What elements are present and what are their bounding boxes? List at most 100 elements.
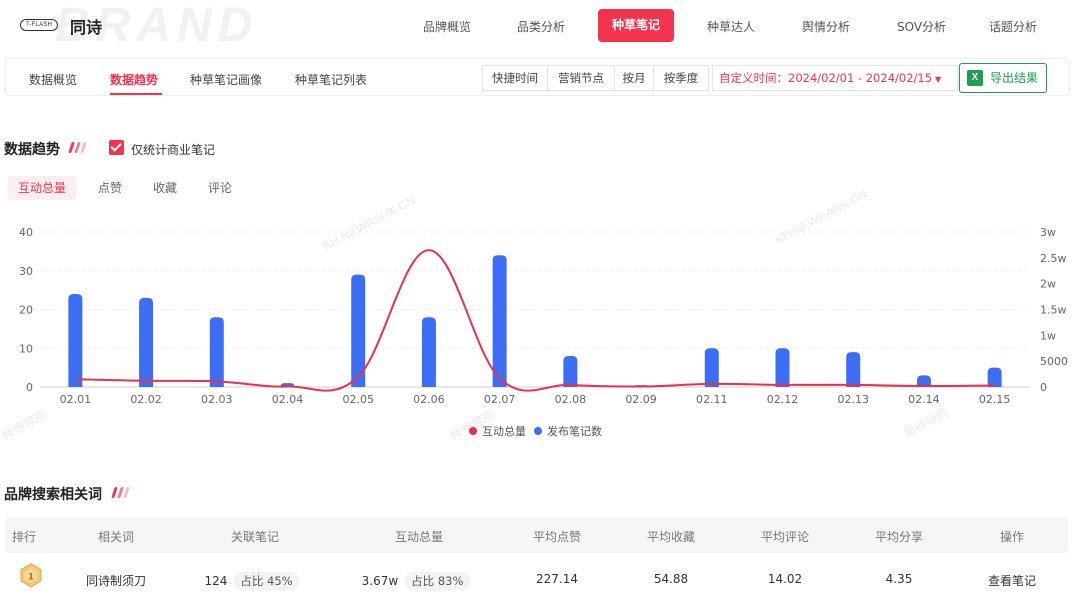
avg-collects: 54.88 — [653, 572, 689, 586]
slash-decoration-icon — [111, 487, 133, 499]
brand-logo: T-FLASH — [20, 19, 58, 31]
x-tick-label: 02.05 — [342, 393, 374, 406]
search-words-title: 品牌搜索相关词 — [4, 487, 102, 503]
chart-bar — [421, 317, 436, 387]
rank-medal-icon: 1 — [20, 563, 42, 588]
brand-name: 同诗 — [70, 18, 103, 37]
view-notes-link[interactable]: 查看笔记 — [988, 572, 1036, 589]
related-notes-cell: 124 占比 45% — [204, 572, 300, 590]
x-tick-label: 02.03 — [201, 393, 233, 406]
y-right-tick-label: 3w — [1040, 226, 1056, 239]
x-tick-label: 02.06 — [413, 393, 445, 406]
column-header[interactable]: 平均评论 — [761, 528, 809, 545]
nav-sov-analysis[interactable]: SOV分析 — [897, 18, 946, 35]
x-tick-label: 02.08 — [555, 393, 587, 406]
trend-title: 数据趋势 — [4, 142, 60, 158]
subtab-note-profile[interactable]: 种草笔记画像 — [190, 71, 262, 88]
chart-bar — [563, 356, 578, 387]
nav-seeding-influencers[interactable]: 种草达人 — [707, 18, 755, 35]
chart-bar — [492, 255, 507, 387]
avg-comments: 14.02 — [767, 572, 803, 586]
sub-nav: 数据概览 数据趋势 种草笔记画像 种草笔记列表 快捷时间 营销节点 按月 按季度… — [5, 58, 1070, 96]
chart-bar — [68, 294, 83, 387]
interactions-cell: 3.67w 占比 83% — [362, 572, 471, 590]
y-right-tick-label: 0 — [1040, 381, 1047, 394]
metric-tab-likes[interactable]: 点赞 — [88, 176, 132, 200]
subtab-data-trend[interactable]: 数据趋势 — [110, 71, 158, 88]
nav-brand-overview[interactable]: 品牌概览 — [423, 18, 471, 35]
nav-seeding-notes[interactable]: 种草笔记 — [598, 9, 675, 42]
export-button[interactable]: X 导出结果 — [959, 63, 1047, 93]
x-tick-label: 02.04 — [272, 393, 304, 406]
x-tick-label: 02.01 — [60, 393, 92, 406]
x-tick-label: 02.13 — [837, 393, 869, 406]
x-tick-label: 02.09 — [625, 393, 657, 406]
y-right-tick-label: 1.5w — [1040, 304, 1067, 317]
export-label: 导出结果 — [990, 71, 1039, 85]
x-tick-label: 02.02 — [130, 393, 162, 406]
by-month-button[interactable]: 按月 — [614, 65, 654, 91]
y-left-tick-label: 10 — [19, 342, 33, 355]
y-right-tick-label: 2w — [1040, 278, 1056, 291]
x-tick-label: 02.15 — [979, 393, 1011, 406]
chart-bar — [704, 348, 719, 387]
related-notes-count: 124 — [204, 574, 228, 588]
x-tick-label: 02.12 — [767, 393, 799, 406]
nav-topic-analysis[interactable]: 话题分析 — [989, 18, 1037, 35]
chart-bar — [139, 297, 154, 387]
column-header[interactable]: 平均点赞 — [533, 528, 581, 545]
avg-likes: 227.14 — [536, 572, 578, 586]
related-word: 同诗制须刀 — [85, 574, 147, 588]
excel-icon: X — [967, 70, 983, 86]
metric-tab-collects[interactable]: 收藏 — [143, 176, 187, 200]
column-header[interactable]: 互动总量 — [395, 528, 443, 545]
rank-number: 1 — [28, 573, 34, 583]
avg-shares: 4.35 — [885, 572, 913, 586]
column-header[interactable]: 平均收藏 — [647, 528, 695, 545]
chart-bar — [209, 317, 224, 387]
y-left-tick-label: 40 — [19, 226, 33, 239]
column-header: 排行 — [11, 530, 37, 544]
metric-tab-interactions[interactable]: 互动总量 — [8, 176, 77, 200]
chart-bar — [846, 352, 861, 387]
x-tick-label: 02.14 — [908, 393, 940, 406]
y-left-tick-label: 30 — [19, 265, 33, 278]
x-tick-label: 02.11 — [696, 393, 728, 406]
legend-marker — [534, 427, 542, 435]
column-header: 关联笔记 — [230, 530, 280, 544]
y-left-tick-label: 0 — [26, 381, 33, 394]
commercial-only-label: 仅统计商业笔记 — [131, 143, 216, 157]
active-tab-underline — [110, 93, 162, 95]
trend-chart: 0 10 20 30 40 0 5000 1w 1.5w 2w 2.5w 3w 02.01 02.02 02… — [19, 226, 1068, 438]
legend-label: 发布笔记数 — [547, 424, 602, 438]
y-left-tick-label: 20 — [19, 304, 33, 317]
y-right-tick-label: 2.5w — [1040, 252, 1067, 265]
marketing-node-button[interactable]: 营销节点 — [547, 65, 615, 91]
custom-time-dropdown[interactable]: 自定义时间：2024/02/01 - 2024/02/15 ▼ — [712, 65, 958, 91]
notes-share-pill: 占比 45% — [233, 572, 300, 590]
metric-tab-comments[interactable]: 评论 — [198, 176, 242, 200]
top-nav: BRAND T-FLASH 同诗 品牌概览 品类分析 种草笔记 种草达人 舆情分… — [0, 0, 1080, 52]
quick-time-button[interactable]: 快捷时间 — [482, 65, 548, 91]
column-header: 操作 — [999, 530, 1025, 544]
interactions-share-pill: 占比 83% — [404, 572, 471, 590]
column-header[interactable]: 平均分享 — [875, 528, 923, 545]
y-right-tick-label: 5000 — [1040, 355, 1068, 368]
nav-sentiment-analysis[interactable]: 舆情分析 — [802, 18, 850, 35]
subtab-note-list[interactable]: 种草笔记列表 — [295, 71, 367, 88]
y-right-tick-label: 1w — [1040, 329, 1056, 342]
chart-bar — [987, 367, 1002, 387]
column-header: 相关词 — [97, 530, 135, 544]
nav-category-analysis[interactable]: 品类分析 — [517, 18, 565, 35]
commercial-only-checkbox[interactable] — [109, 140, 124, 155]
custom-time-label: 自定义时间：2024/02/01 - 2024/02/15 — [719, 71, 933, 85]
chart-bar — [775, 348, 790, 387]
x-tick-label: 02.07 — [484, 393, 516, 406]
by-quarter-button[interactable]: 按季度 — [653, 65, 709, 91]
interactions-total: 3.67w — [361, 574, 399, 588]
caret-down-icon: ▼ — [935, 75, 942, 84]
legend-label: 互动总量 — [482, 424, 526, 438]
subtab-data-overview[interactable]: 数据概览 — [29, 71, 77, 88]
legend-marker — [469, 427, 477, 435]
slash-decoration-icon — [68, 142, 90, 154]
